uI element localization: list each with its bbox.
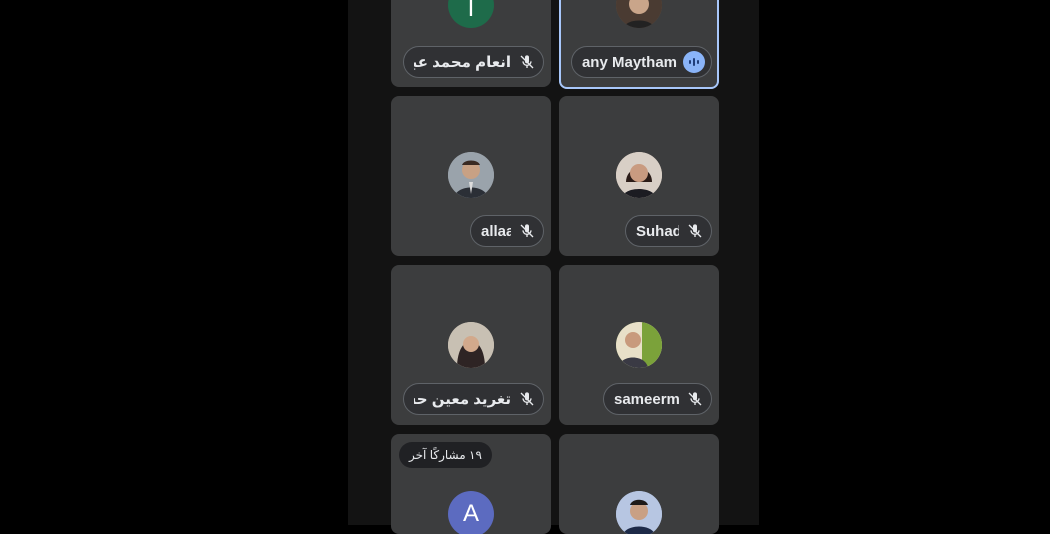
avatar [616, 322, 662, 368]
participant-tile[interactable]: I انعام محمد عبد [391, 0, 551, 87]
participant-tile-others[interactable]: ١٩ مشاركًا آخر A [391, 434, 551, 534]
participant-name-pill: allaa [470, 215, 544, 247]
participant-tile[interactable]: Suhad [559, 96, 719, 256]
participant-name: Shany Maytham [582, 53, 677, 71]
mic-off-icon [517, 389, 537, 409]
participant-name-pill: Shany Maytham [571, 46, 712, 78]
others-count-chip: ١٩ مشاركًا آخر [399, 442, 492, 468]
others-count-label: ١٩ مشاركًا آخر [409, 448, 482, 462]
avatar: A [448, 491, 494, 534]
speaking-indicator-icon [683, 51, 705, 73]
meeting-screen: I انعام محمد عبد Shany Maytham allaa [348, 0, 759, 534]
avatar: I [448, 0, 494, 28]
mic-off-icon [685, 389, 705, 409]
mic-off-icon [517, 52, 537, 72]
participant-tile[interactable]: sameerm [559, 265, 719, 425]
participant-name-pill: sameerm [603, 383, 712, 415]
participant-tile[interactable]: تغريد معين حسن [391, 265, 551, 425]
participant-name-pill: تغريد معين حسن [403, 383, 544, 415]
avatar [448, 322, 494, 368]
participant-name: Suhad [636, 222, 679, 240]
participant-name: allaa [481, 222, 511, 240]
mic-off-icon [685, 221, 705, 241]
participant-name: تغريد معين حسن [414, 391, 511, 408]
avatar [616, 0, 662, 28]
mic-off-icon [517, 221, 537, 241]
avatar [448, 152, 494, 198]
participant-name: sameerm [614, 390, 679, 408]
participant-name-pill: انعام محمد عبد [403, 46, 544, 78]
participant-tile-active-speaker[interactable]: Shany Maytham [559, 0, 719, 89]
avatar-letter: A [462, 500, 479, 527]
participant-tile[interactable]: allaa [391, 96, 551, 256]
avatar-letter: I [467, 0, 475, 22]
avatar [616, 152, 662, 198]
avatar [616, 491, 662, 534]
participant-name: انعام محمد عبد [414, 54, 511, 71]
participant-tile[interactable] [559, 434, 719, 534]
participant-name-pill: Suhad [625, 215, 712, 247]
